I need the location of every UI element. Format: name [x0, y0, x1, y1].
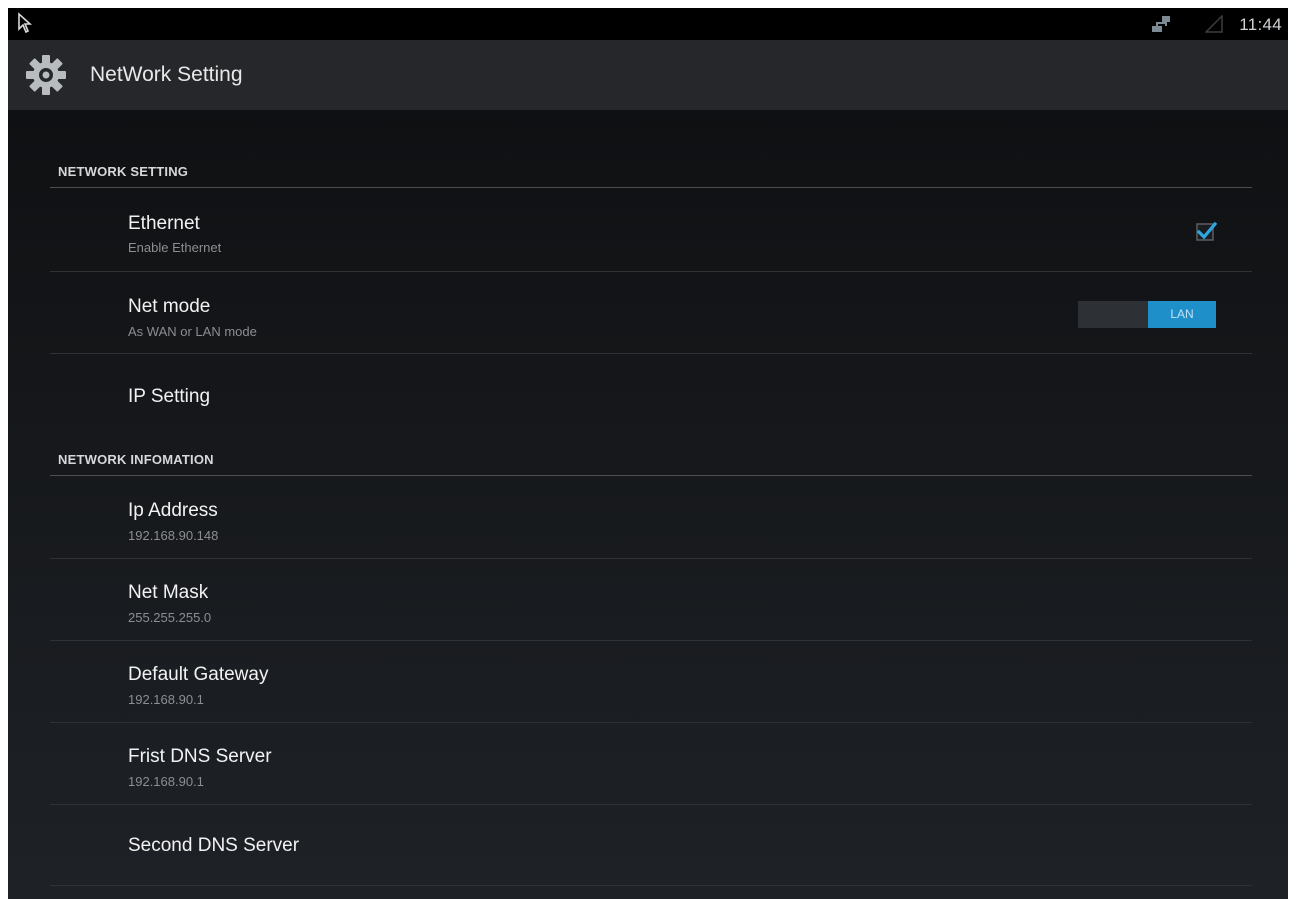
screen-cast-icon [18, 12, 33, 34]
pref-ethernet[interactable]: Ethernet Enable Ethernet [50, 189, 1252, 271]
pref-second-dns-server[interactable]: Second DNS Server [50, 805, 1252, 885]
section-header-network-setting: NETWORK SETTING [58, 164, 189, 179]
signal-icon [1205, 15, 1223, 33]
pref-default-gateway[interactable]: Default Gateway 192.168.90.1 [50, 641, 1252, 723]
section-header-network-information: NETWORK INFOMATION [58, 452, 214, 467]
pref-title: Default Gateway [128, 664, 269, 685]
pref-ip-address[interactable]: Ip Address 192.168.90.148 [50, 476, 1252, 558]
section-divider [50, 187, 1252, 188]
action-bar: NetWork Setting [8, 40, 1288, 110]
pref-title: Ip Address [128, 500, 218, 521]
net-mode-switch[interactable]: LAN [1078, 301, 1216, 328]
ethernet-checkbox[interactable] [1195, 220, 1217, 242]
pref-summary: 192.168.90.1 [128, 774, 204, 789]
pref-title: Second DNS Server [128, 835, 300, 856]
pref-summary: As WAN or LAN mode [128, 324, 257, 339]
pref-summary: Enable Ethernet [128, 240, 222, 255]
pref-summary: 255.255.255.0 [128, 610, 212, 625]
pref-title: Ethernet [128, 213, 200, 234]
settings-gear-icon[interactable] [24, 53, 68, 97]
pref-title: IP Setting [128, 386, 211, 407]
status-time: 11:44 [1239, 15, 1282, 34]
pref-first-dns-server[interactable]: Frist DNS Server 192.168.90.1 [50, 723, 1252, 805]
pref-ip-setting[interactable]: IP Setting [50, 354, 1252, 438]
android-screen: 11:44 NetWork Setting NETWORK SETTING Et… [8, 8, 1288, 899]
pref-net-mask[interactable]: Net Mask 255.255.255.0 [50, 559, 1252, 641]
pref-summary: 192.168.90.148 [128, 528, 219, 543]
pref-summary: 192.168.90.1 [128, 692, 204, 707]
switch-thumb-label: LAN [1148, 301, 1216, 328]
pref-net-mode[interactable]: Net mode As WAN or LAN mode [50, 272, 1252, 354]
pref-title: Frist DNS Server [128, 746, 272, 767]
pref-title: Net Mask [128, 582, 209, 603]
ethernet-icon [1152, 16, 1170, 32]
pref-title: Net mode [128, 296, 211, 317]
divider [50, 885, 1252, 886]
status-bar: 11:44 [8, 8, 1288, 40]
page-title: NetWork Setting [90, 63, 243, 86]
